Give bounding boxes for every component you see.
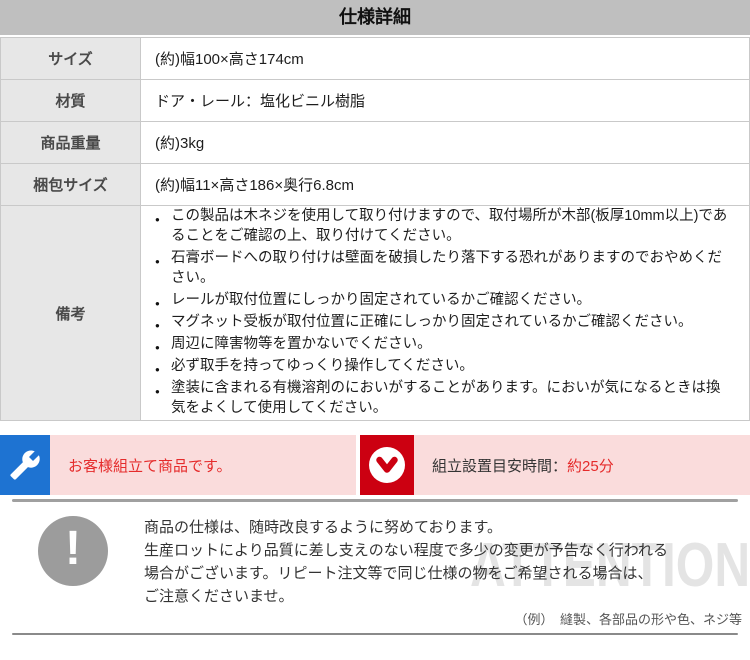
row-label-size: サイズ bbox=[1, 38, 141, 80]
notes-list: この製品は木ネジを使用して取り付けますので、取付場所が木部(板厚10mm以上)で… bbox=[155, 206, 735, 418]
row-value-notes: この製品は木ネジを使用して取り付けますので、取付場所が木部(板厚10mm以上)で… bbox=[141, 206, 750, 421]
notice-section: ATTENTION ! 商品の仕様は、随時改良するように努めております。 生産ロ… bbox=[0, 502, 750, 628]
notice-line: ご注意くださいませ。 bbox=[144, 585, 668, 608]
note-item: 塗装に含まれる有機溶剤のにおいがすることがあります。においが気になるときは換気を… bbox=[155, 378, 735, 418]
table-row: 商品重量 (約)3kg bbox=[1, 122, 750, 164]
row-value-package-size: (約)幅11×高さ186×奥行6.8cm bbox=[141, 164, 750, 206]
page-title: 仕様詳細 bbox=[0, 0, 750, 35]
notice-inner: ! 商品の仕様は、随時改良するように努めております。 生産ロットにより品質に差し… bbox=[0, 516, 750, 608]
assembly-badge-text: お客様組立て商品です。 bbox=[50, 435, 232, 495]
divider-line-bottom bbox=[12, 633, 738, 635]
row-value-size: (約)幅100×高さ174cm bbox=[141, 38, 750, 80]
table-row: 材質 ドア・レール：塩化ビニル樹脂 bbox=[1, 80, 750, 122]
spec-table: サイズ (約)幅100×高さ174cm 材質 ドア・レール：塩化ビニル樹脂 商品… bbox=[0, 37, 750, 421]
row-value-weight: (約)3kg bbox=[141, 122, 750, 164]
row-label-notes: 備考 bbox=[1, 206, 141, 421]
note-item: マグネット受板が取付位置に正確にしっかり固定されているかご確認ください。 bbox=[155, 312, 735, 332]
badge-row: お客様組立て商品です。 組立設置目安時間： 約25分 bbox=[0, 435, 750, 495]
row-label-weight: 商品重量 bbox=[1, 122, 141, 164]
wrench-icon bbox=[0, 435, 50, 495]
assembly-badge: お客様組立て商品です。 bbox=[0, 435, 356, 495]
notice-text: 商品の仕様は、随時改良するように努めております。 生産ロットにより品質に差し支え… bbox=[144, 516, 668, 608]
notice-line: 商品の仕様は、随時改良するように努めております。 bbox=[144, 516, 668, 539]
note-item: 必ず取手を持ってゆっくり操作してください。 bbox=[155, 356, 735, 376]
notice-line: 生産ロットにより品質に差し支えのない程度で多少の変更が予告なく行われる bbox=[144, 539, 668, 562]
row-value-material: ドア・レール：塩化ビニル樹脂 bbox=[141, 80, 750, 122]
note-item: 周辺に障害物等を置かないでください。 bbox=[155, 334, 735, 354]
row-label-package-size: 梱包サイズ bbox=[1, 164, 141, 206]
notice-line: 場合がございます。リピート注文等で同じ仕様の物をご希望される場合は、 bbox=[144, 562, 668, 585]
assembly-time-text: 組立設置目安時間： 約25分 bbox=[414, 435, 614, 495]
notice-example: （例） 縫製、各部品の形や色、ネジ等 bbox=[0, 609, 750, 628]
assembly-time-value: 約25分 bbox=[567, 455, 614, 476]
table-row: 備考 この製品は木ネジを使用して取り付けますので、取付場所が木部(板厚10mm以… bbox=[1, 206, 750, 421]
note-item: 石膏ボードへの取り付けは壁面を破損したり落下する恐れがありますのでおやめください… bbox=[155, 248, 735, 288]
clock-icon bbox=[360, 435, 414, 495]
exclamation-icon: ! bbox=[38, 516, 108, 586]
assembly-time-label: 組立設置目安時間： bbox=[432, 455, 567, 476]
row-label-material: 材質 bbox=[1, 80, 141, 122]
note-item: この製品は木ネジを使用して取り付けますので、取付場所が木部(板厚10mm以上)で… bbox=[155, 206, 735, 246]
note-item: レールが取付位置にしっかり固定されているかご確認ください。 bbox=[155, 290, 735, 310]
table-row: サイズ (約)幅100×高さ174cm bbox=[1, 38, 750, 80]
table-row: 梱包サイズ (約)幅11×高さ186×奥行6.8cm bbox=[1, 164, 750, 206]
assembly-time-badge: 組立設置目安時間： 約25分 bbox=[360, 435, 750, 495]
